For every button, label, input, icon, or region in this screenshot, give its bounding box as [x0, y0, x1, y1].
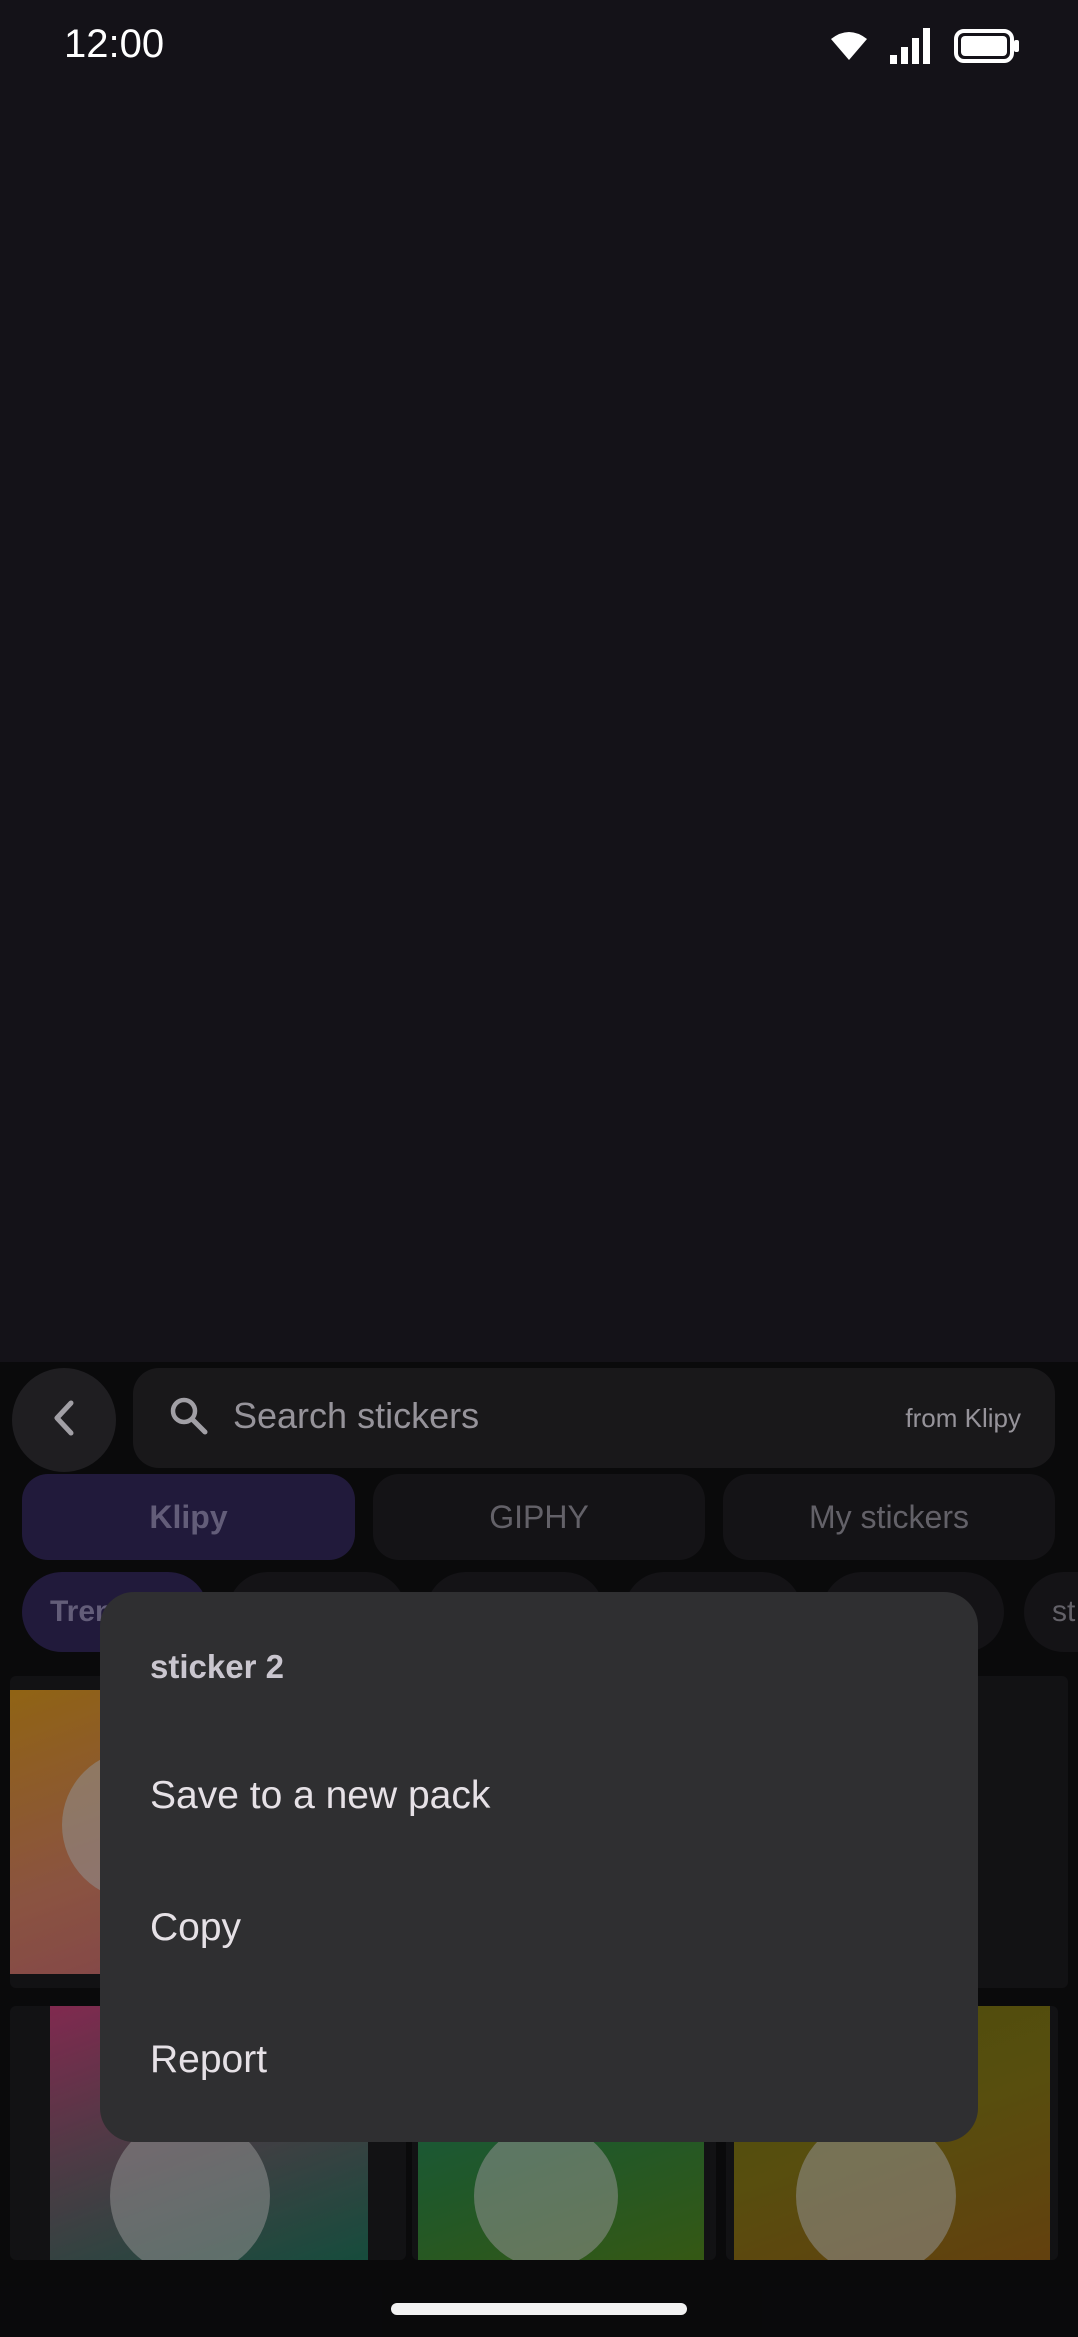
cellular-signal-icon [890, 28, 932, 64]
screen: 12:00 Search stickers from Klipy Klipy G… [0, 0, 1078, 2337]
menu-item-save-to-new-pack[interactable]: Save to a new pack [100, 1736, 978, 1856]
menu-title: sticker 2 [150, 1648, 284, 1685]
status-time: 12:00 [64, 22, 165, 66]
status-icons [830, 28, 1020, 64]
home-indicator[interactable] [391, 2303, 687, 2315]
menu-item-report[interactable]: Report [100, 2000, 978, 2120]
menu-item-copy[interactable]: Copy [100, 1868, 978, 1988]
battery-icon [954, 29, 1020, 63]
wifi-icon [830, 31, 868, 61]
sticker-context-menu: sticker 2 Save to a new pack Copy Report [100, 1592, 978, 2142]
status-bar: 12:00 [0, 0, 1078, 96]
